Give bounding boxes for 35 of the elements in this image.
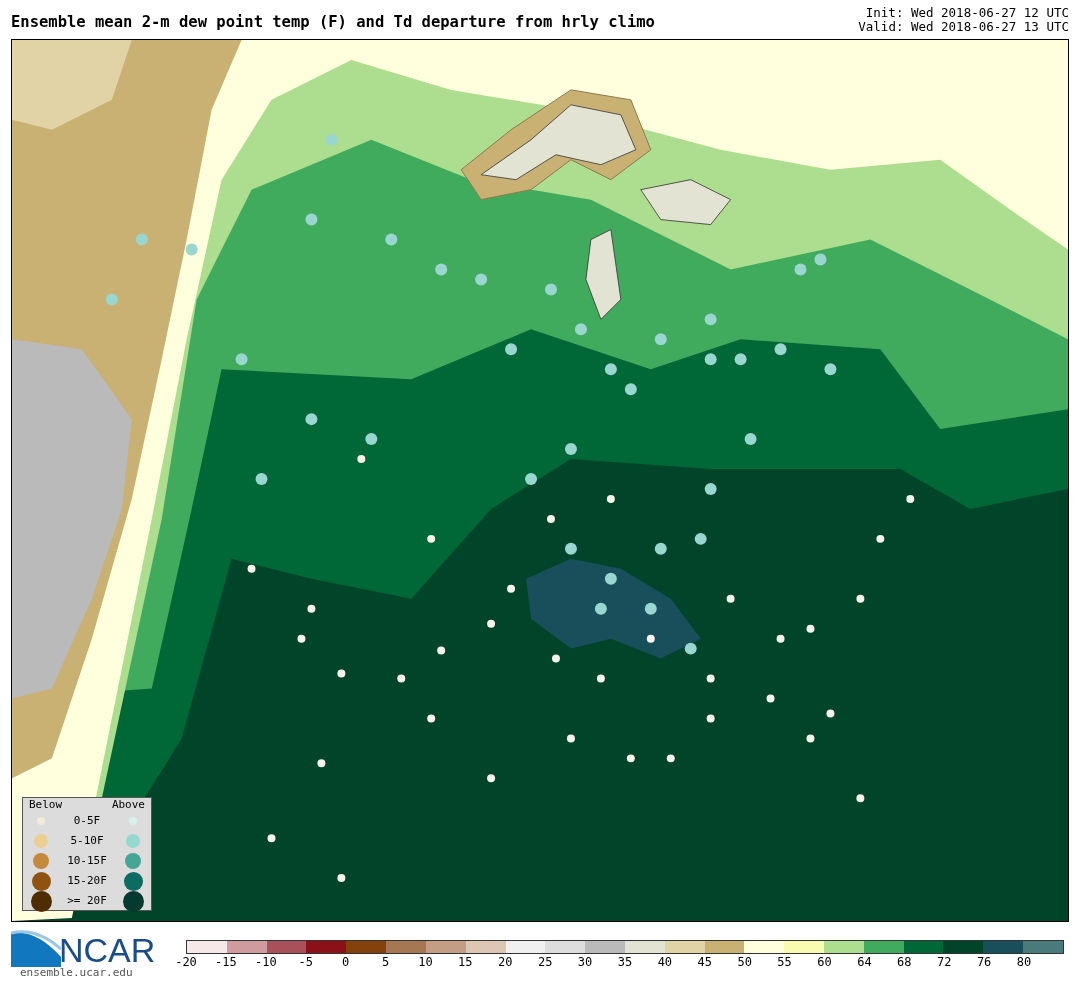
colorbar-tick-label: 10 <box>418 956 433 969</box>
colorbar-tick-label: -10 <box>254 956 277 969</box>
legend-label: 5-10F <box>69 832 105 849</box>
colorbar-tick-label: -20 <box>175 956 197 969</box>
colorbar-tick-label: 76 <box>976 956 992 969</box>
colorbar-tick-label: 80 <box>1016 956 1032 969</box>
colorbar-tick-label: 15 <box>458 956 473 969</box>
swoosh-icon <box>11 927 61 967</box>
colorbar-tick-label: 72 <box>937 956 952 969</box>
logo-text: NCAR <box>59 933 156 967</box>
legend-label: 15-20F <box>66 872 108 889</box>
colorbar-tick-label: 35 <box>617 956 633 969</box>
legend-header: Below <box>29 799 63 811</box>
colorbar-tick-label: 30 <box>577 956 593 969</box>
colorbar-tick-label: 45 <box>697 956 712 969</box>
colorbar-tick-label: 60 <box>817 956 832 969</box>
colorbar-tick-label: -5 <box>298 956 313 969</box>
legend-label: 0-5F <box>72 812 102 829</box>
colorbar-tick-label: 55 <box>777 956 792 969</box>
colorbar-tick-label: -15 <box>215 956 237 969</box>
chart-title: Ensemble mean 2-m dew point temp (F) and Td departure from hrly climo <box>11 11 655 33</box>
website-text: ensemble.ucar.edu <box>19 967 134 979</box>
colorbar-tick-label: 68 <box>897 956 912 969</box>
colorbar-tick-label: 5 <box>381 956 390 969</box>
colorbar-tick-label: 25 <box>537 956 553 969</box>
legend-label: >= 20F <box>66 892 108 909</box>
colorbar-tick-label: 40 <box>657 956 673 969</box>
legend-header: Above <box>111 799 145 811</box>
colorbar-tick-label: 0 <box>342 956 350 969</box>
init-time: Init: Wed 2018-06-27 12 UTC <box>865 6 1069 20</box>
colorbar-tick-label: 50 <box>737 956 752 969</box>
colorbar-tick-label: 64 <box>857 956 872 969</box>
colorbar-tick-label: 20 <box>498 956 513 969</box>
legend-label: 10-15F <box>66 852 108 869</box>
valid-time: Valid: Wed 2018-06-27 13 UTC <box>858 20 1069 34</box>
